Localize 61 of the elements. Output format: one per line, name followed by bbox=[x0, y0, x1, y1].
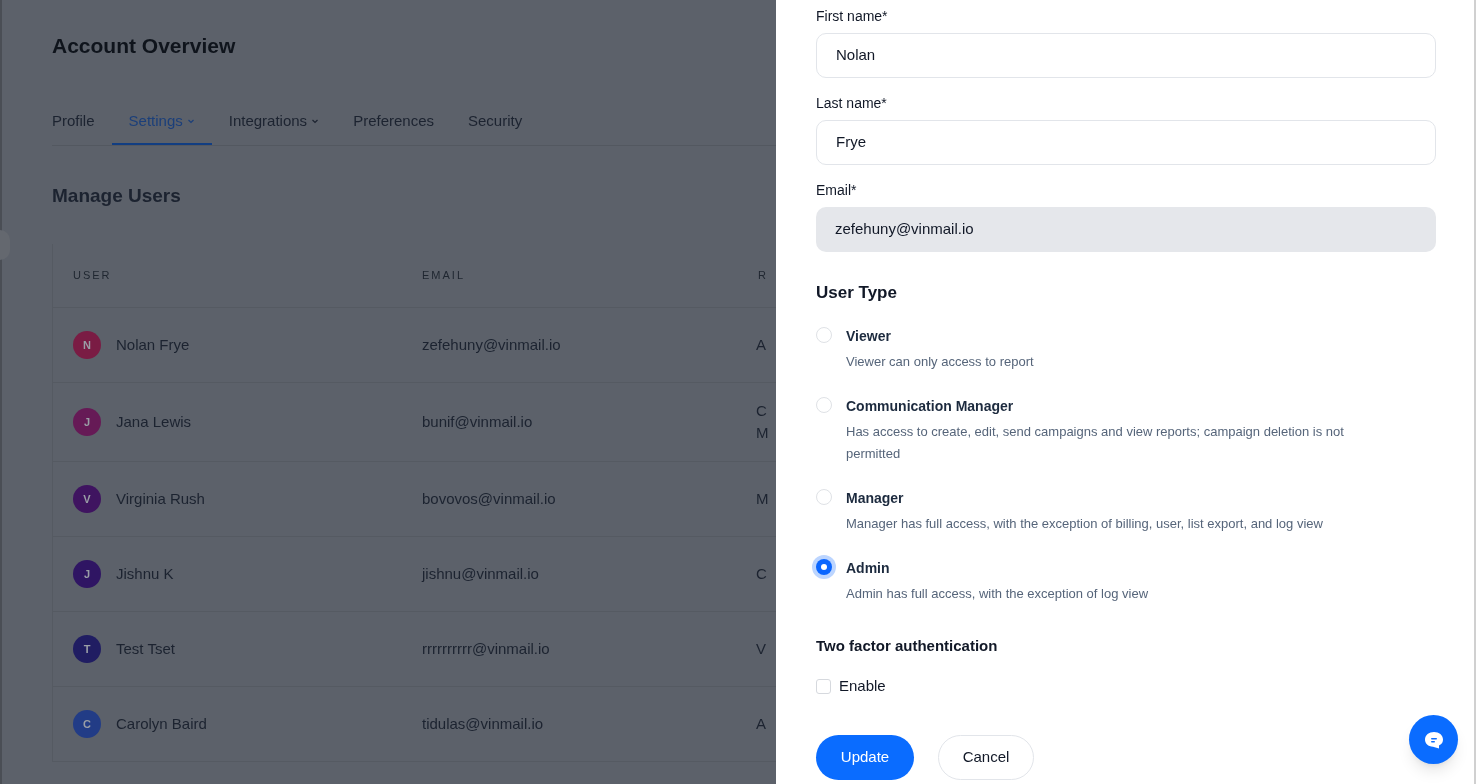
radio-button[interactable] bbox=[816, 326, 832, 343]
role-cell-text: A bbox=[756, 335, 766, 355]
option-description: Admin has full access, with the exception of log view bbox=[846, 584, 1149, 603]
radio-button[interactable] bbox=[816, 488, 832, 505]
role-cell-text: A bbox=[756, 714, 766, 734]
option-label: Viewer bbox=[846, 326, 892, 346]
input-field[interactable]: Frye bbox=[816, 120, 1436, 165]
radio-button[interactable] bbox=[816, 558, 832, 575]
user-name: Test Tset bbox=[116, 638, 175, 659]
section-title: Two factor authentication bbox=[816, 635, 999, 656]
column-header: EMAIL bbox=[422, 268, 466, 284]
role-cell-text: C bbox=[756, 401, 768, 421]
user-name: Virginia Rush bbox=[116, 488, 205, 509]
user-name: Jishnu K bbox=[116, 563, 174, 584]
field-label: Email* bbox=[816, 181, 858, 200]
page-title: Account Overview bbox=[52, 33, 237, 59]
chevron-down-icon bbox=[311, 117, 320, 125]
cancel-button[interactable]: Cancel bbox=[938, 734, 1034, 780]
option-label: Communication Manager bbox=[846, 396, 1015, 416]
option-label: Admin bbox=[846, 558, 891, 578]
radio-button[interactable] bbox=[816, 396, 832, 413]
user-name: Nolan Frye bbox=[116, 334, 190, 355]
column-header: R bbox=[758, 268, 768, 284]
avatar: V bbox=[73, 485, 101, 513]
checkbox-label: Enable bbox=[839, 676, 886, 696]
tab[interactable]: Profile bbox=[52, 99, 112, 145]
role-cell-text: M bbox=[756, 489, 769, 509]
avatar: J bbox=[73, 408, 101, 436]
avatar: C bbox=[73, 710, 101, 738]
tab[interactable]: Security bbox=[451, 99, 540, 145]
user-name: Carolyn Baird bbox=[116, 713, 207, 734]
option-label: Manager bbox=[846, 488, 905, 508]
option-description: Manager has full access, with the exception of billing, user, list export, and log view bbox=[846, 514, 1323, 533]
chat-bubble-icon bbox=[1423, 730, 1444, 749]
user-email: jishnu@vinmail.io bbox=[422, 563, 540, 584]
user-email: bunif@vinmail.io bbox=[422, 411, 534, 432]
role-cell-text: V bbox=[756, 639, 766, 659]
role-cell-text: M bbox=[756, 423, 769, 443]
user-email: bovovos@vinmail.io bbox=[422, 488, 557, 509]
user-email: rrrrrrrrrr@vinmail.io bbox=[422, 638, 551, 659]
chat-button[interactable] bbox=[1409, 715, 1458, 764]
field-label: First name* bbox=[816, 7, 889, 26]
avatar: T bbox=[73, 635, 101, 663]
column-header: USER bbox=[72, 268, 113, 284]
option-description: Has access to create, edit, send campaigns and view reports; campaign deletion is not permitted bbox=[846, 422, 1345, 463]
user-name: Jana Lewis bbox=[116, 411, 192, 432]
tab[interactable]: Preferences bbox=[336, 99, 451, 145]
tab[interactable]: Integrations bbox=[211, 99, 337, 145]
chevron-down-icon bbox=[186, 117, 195, 125]
avatar: J bbox=[73, 560, 101, 588]
update-button[interactable]: Update bbox=[816, 734, 914, 780]
user-email: zefehuny@vinmail.io bbox=[422, 334, 562, 355]
field-label: Last name* bbox=[816, 94, 888, 113]
input-field[interactable]: Nolan bbox=[816, 33, 1436, 78]
user-email: tidulas@vinmail.io bbox=[422, 713, 545, 734]
checkbox[interactable] bbox=[816, 678, 831, 694]
role-cell-text: C bbox=[756, 564, 767, 584]
option-description: Viewer can only access to report bbox=[846, 352, 1034, 371]
section-title: Manage Users bbox=[52, 183, 182, 208]
avatar: N bbox=[73, 331, 101, 359]
section-title: User Type bbox=[816, 282, 898, 304]
